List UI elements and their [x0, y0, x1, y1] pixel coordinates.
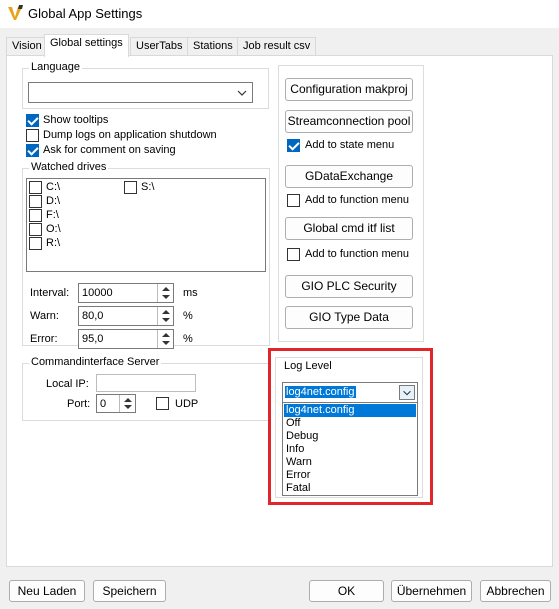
command-interface-group: Commandinterface Server Local IP: Port: … [22, 356, 270, 421]
interval-spin-buttons[interactable] [157, 284, 173, 302]
drive-c-label: C:\ [46, 181, 61, 193]
port-value: 0 [100, 398, 107, 410]
error-label: Error: [30, 333, 58, 345]
show-tooltips-checkbox[interactable] [26, 114, 39, 127]
ok-button[interactable]: OK [309, 580, 384, 602]
ask-comment-label: Ask for comment on saving [43, 144, 176, 156]
tab-stations[interactable]: Stations [187, 37, 239, 56]
drive-s-checkbox[interactable] [124, 181, 137, 194]
tab-job-result-csv[interactable]: Job result csv [237, 37, 317, 56]
drive-d-label: D:\ [46, 195, 61, 207]
watched-drives-label: Watched drives [29, 161, 109, 173]
language-group: Language [22, 61, 269, 109]
watched-drives-group: Watched drives C:\ D:\ F:\ O:\ R:\ S:\ I… [22, 161, 270, 349]
add-to-function-menu-2-label: Add to function menu [305, 248, 409, 260]
dump-logs-checkbox[interactable] [26, 129, 39, 142]
command-interface-label: Commandinterface Server [29, 356, 162, 368]
port-label: Port: [67, 398, 91, 410]
warn-unit: % [183, 310, 193, 322]
interval-label: Interval: [30, 287, 70, 299]
drives-listbox[interactable]: C:\ D:\ F:\ O:\ R:\ S:\ [26, 178, 266, 272]
drive-d-checkbox[interactable] [29, 195, 42, 208]
warn-spin-buttons[interactable] [157, 307, 173, 325]
drive-r-checkbox[interactable] [29, 237, 42, 250]
drive-o-label: O:\ [46, 223, 61, 235]
error-spinbox[interactable]: 95,0 [78, 329, 174, 349]
tab-usertabs[interactable]: UserTabs [130, 37, 189, 56]
drive-o-checkbox[interactable] [29, 223, 42, 236]
error-value: 95,0 [82, 333, 104, 345]
gio-plc-security-button[interactable]: GIO PLC Security [285, 275, 413, 298]
actions-group: Configuration makproj Streamconnection p… [278, 65, 424, 342]
port-spinbox[interactable]: 0 [96, 394, 136, 413]
interval-unit: ms [183, 287, 198, 299]
port-spin-buttons[interactable] [119, 395, 135, 412]
warn-value: 80,0 [82, 310, 104, 322]
interval-spinbox[interactable]: 10000 [78, 283, 174, 303]
drive-r-label: R:\ [46, 237, 61, 249]
drive-c-checkbox[interactable] [29, 181, 42, 194]
error-unit: % [183, 333, 193, 345]
language-combobox[interactable] [28, 82, 253, 103]
window-title: Global App Settings [28, 6, 143, 21]
neu-laden-button[interactable]: Neu Laden [9, 580, 85, 602]
language-group-label: Language [29, 61, 82, 73]
tab-global-settings[interactable]: Global settings [44, 34, 129, 57]
ask-comment-checkbox[interactable] [26, 144, 39, 157]
local-ip-label: Local IP: [46, 378, 89, 390]
warn-label: Warn: [30, 310, 59, 322]
add-to-state-menu-label: Add to state menu [305, 139, 395, 151]
add-to-function-menu-1-checkbox[interactable] [287, 194, 300, 207]
interval-value: 10000 [82, 287, 113, 299]
drive-f-checkbox[interactable] [29, 209, 42, 222]
chevron-down-icon [237, 90, 247, 96]
dump-logs-label: Dump logs on application shutdown [43, 129, 217, 141]
udp-checkbox[interactable] [156, 397, 169, 410]
app-logo-icon [8, 5, 23, 20]
error-spin-buttons[interactable] [157, 330, 173, 348]
highlight-box [268, 348, 433, 505]
udp-label: UDP [175, 398, 199, 410]
drive-f-label: F:\ [46, 209, 59, 221]
add-to-state-menu-checkbox[interactable] [287, 139, 300, 152]
global-cmd-itf-list-button[interactable]: Global cmd itf list [285, 217, 413, 240]
tab-vision[interactable]: Vision [6, 37, 48, 56]
local-ip-input[interactable] [96, 374, 196, 392]
streamconnection-pool-button[interactable]: Streamconnection pool [285, 110, 413, 133]
abbrechen-button[interactable]: Abbrechen [480, 580, 551, 602]
add-to-function-menu-2-checkbox[interactable] [287, 248, 300, 261]
gio-type-data-button[interactable]: GIO Type Data [285, 306, 413, 329]
add-to-function-menu-1-label: Add to function menu [305, 194, 409, 206]
gdataexchange-button[interactable]: GDataExchange [285, 165, 413, 188]
uebernehmen-button[interactable]: Übernehmen [391, 580, 472, 602]
show-tooltips-label: Show tooltips [43, 114, 109, 126]
speichern-button[interactable]: Speichern [93, 580, 166, 602]
warn-spinbox[interactable]: 80,0 [78, 306, 174, 326]
title-bar: Global App Settings [0, 0, 559, 28]
drive-s-label: S:\ [141, 181, 155, 193]
configuration-makproj-button[interactable]: Configuration makproj [285, 78, 413, 101]
